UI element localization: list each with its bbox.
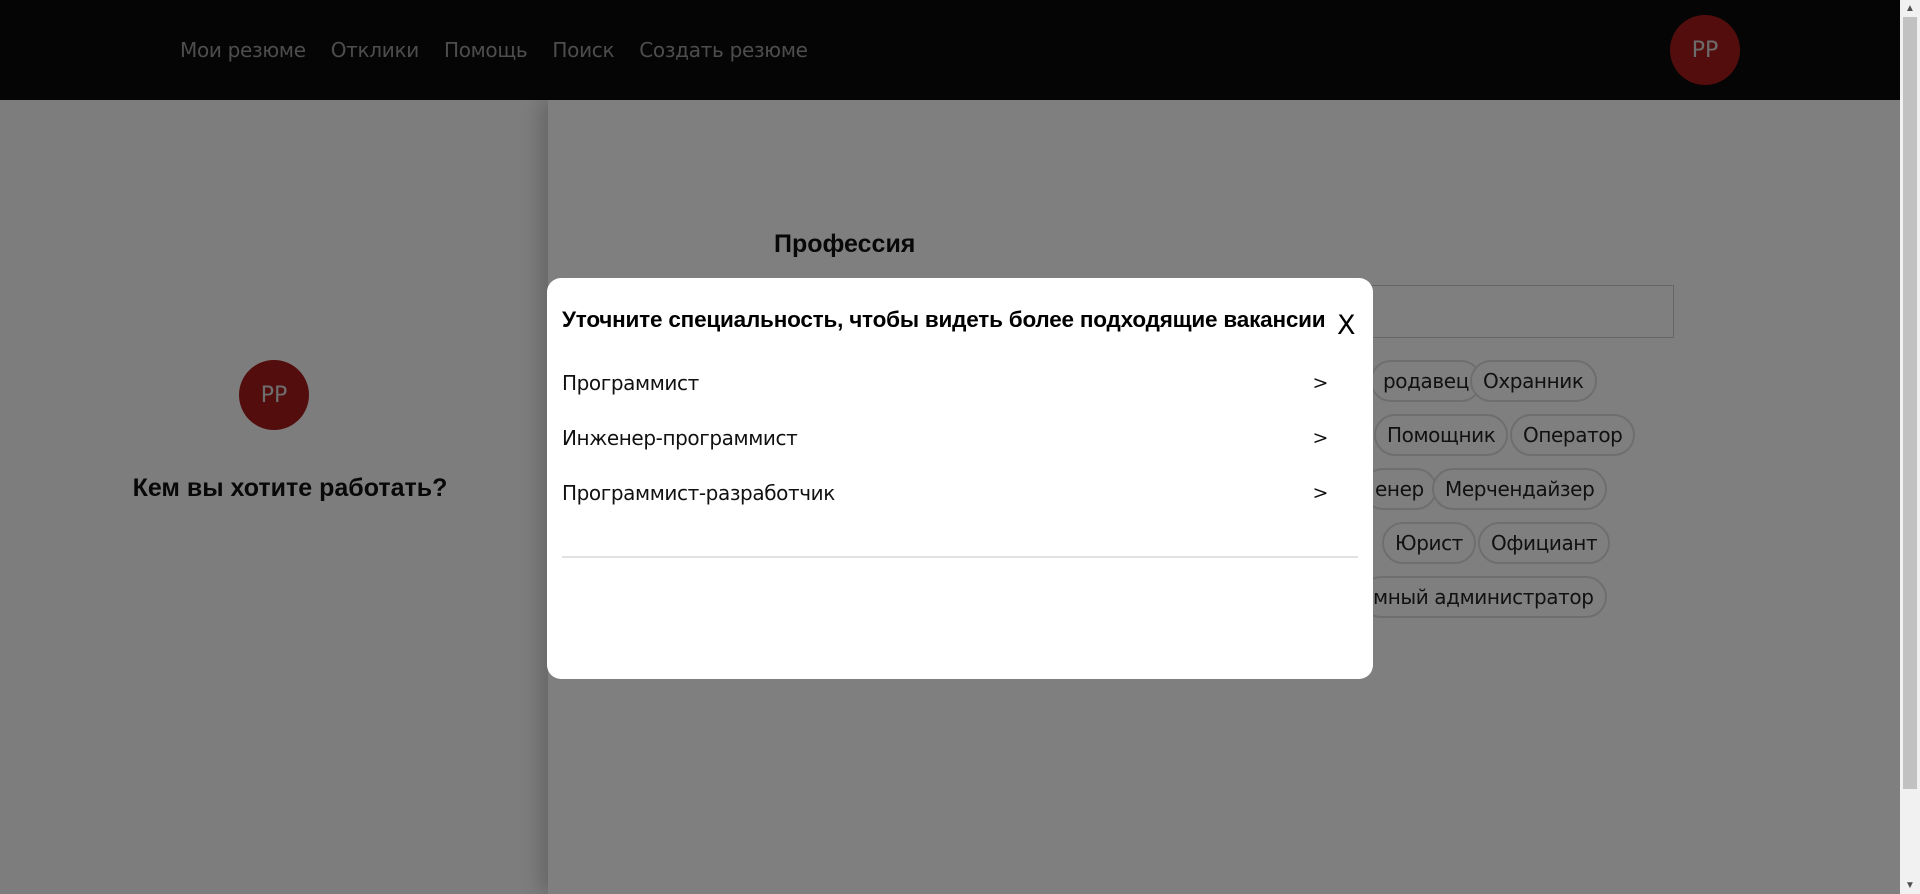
specialty-option[interactable]: Инженер-программист > — [562, 423, 1342, 453]
specialty-option[interactable]: Программист-разработчик > — [562, 478, 1342, 508]
specialty-option-label: Программист — [562, 371, 699, 395]
close-button[interactable]: X — [1337, 310, 1356, 341]
specialty-option[interactable]: Программист > — [562, 368, 1342, 398]
scroll-up-arrow-icon[interactable]: ▲ — [1900, 0, 1920, 17]
chevron-right-icon: > — [1312, 427, 1328, 449]
modal-divider — [562, 556, 1358, 558]
scroll-down-arrow-icon[interactable]: ▼ — [1900, 877, 1920, 894]
specialty-modal: Уточните специальность, чтобы видеть бол… — [547, 278, 1373, 679]
specialty-option-label: Инженер-программист — [562, 426, 798, 450]
modal-title: Уточните специальность, чтобы видеть бол… — [562, 307, 1326, 332]
chevron-right-icon: > — [1312, 482, 1328, 504]
page-scrollbar[interactable]: ▲ ▼ — [1900, 0, 1920, 894]
specialty-option-label: Программист-разработчик — [562, 481, 835, 505]
scrollbar-thumb[interactable] — [1903, 17, 1917, 789]
chevron-right-icon: > — [1312, 372, 1328, 394]
